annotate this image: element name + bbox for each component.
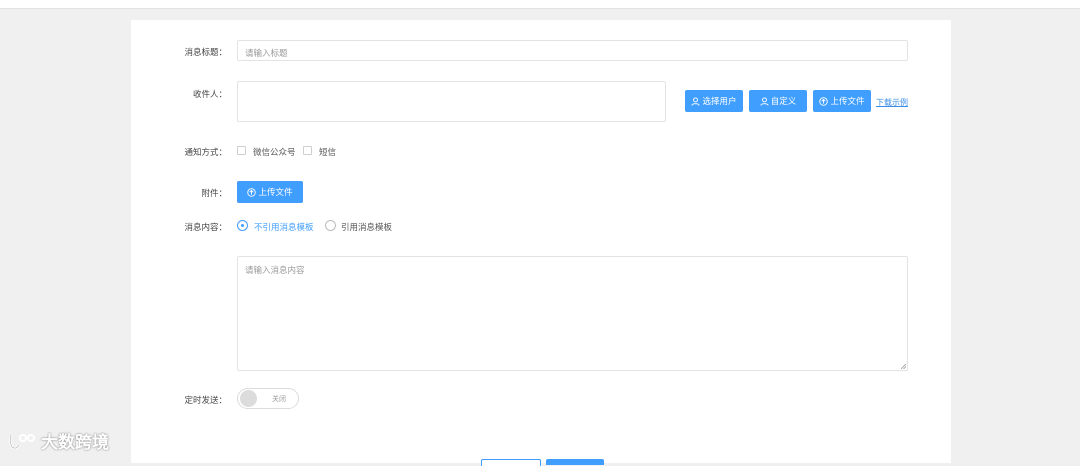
- wechat-checkbox[interactable]: [237, 146, 246, 155]
- upload-circle-icon: [247, 187, 257, 197]
- attachment-upload-label: 上传文件: [258, 188, 293, 198]
- title-label: 消息标题：: [184, 48, 227, 58]
- content-textarea[interactable]: 请输入消息内容: [237, 256, 908, 371]
- no-template-radio[interactable]: [237, 220, 248, 231]
- select-user-button[interactable]: 选择用户: [685, 90, 743, 112]
- scheduled-label: 定时发送：: [184, 396, 227, 406]
- user-icon: [691, 96, 701, 106]
- content-label: 消息内容：: [184, 223, 227, 233]
- sms-option-label: 短信: [319, 148, 337, 158]
- sms-checkbox[interactable]: [303, 146, 312, 155]
- recipient-label: 收件人：: [192, 90, 227, 100]
- wechat-option-label: 微信公众号: [253, 148, 296, 158]
- attachment-label: 附件：: [201, 189, 227, 199]
- switch-state-text: 关闭: [272, 395, 286, 403]
- top-bar: [0, 0, 1080, 9]
- attachment-upload-button[interactable]: 上传文件: [237, 181, 303, 203]
- scheduled-switch[interactable]: 关闭: [237, 388, 299, 409]
- watermark-text: 大数跨境: [41, 433, 109, 453]
- title-placeholder: 请输入标题: [245, 49, 288, 59]
- message-form-card: 消息标题： 请输入标题 收件人： 选择用户 自定义 上传文件 下载示例 通知方式…: [131, 20, 951, 463]
- resize-handle-icon[interactable]: [900, 363, 906, 369]
- download-example-link[interactable]: 下载示例: [876, 97, 908, 108]
- upload-circle-icon: [819, 96, 829, 106]
- title-input[interactable]: 请输入标题: [237, 40, 908, 61]
- watermark-logo-icon: [9, 433, 35, 449]
- custom-label: 自定义: [770, 97, 797, 107]
- content-placeholder: 请输入消息内容: [245, 266, 305, 276]
- no-template-label: 不引用消息模板: [254, 223, 314, 233]
- bottom-primary-button[interactable]: [546, 459, 604, 465]
- watermark: 大数跨境: [8, 428, 109, 453]
- recipient-input[interactable]: [237, 81, 666, 122]
- template-label: 引用消息模板: [341, 223, 393, 233]
- custom-button[interactable]: 自定义: [749, 90, 807, 112]
- switch-knob: [240, 390, 257, 407]
- template-radio[interactable]: [325, 220, 336, 231]
- recipient-upload-button[interactable]: 上传文件: [813, 90, 871, 112]
- recipient-upload-label: 上传文件: [830, 97, 865, 107]
- select-user-label: 选择用户: [702, 97, 737, 107]
- user-icon: [760, 96, 769, 106]
- notify-label: 通知方式：: [184, 148, 227, 158]
